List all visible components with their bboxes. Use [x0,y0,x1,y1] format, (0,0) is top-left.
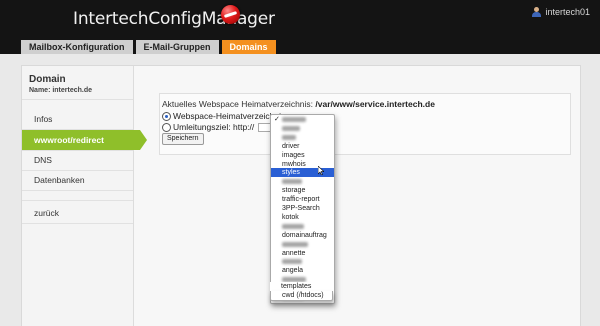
option-webspace: Webspace-Heimatverzeichnis [162,111,285,121]
dropdown-item-selected[interactable]: ✓ [271,115,334,124]
sidebar-subtitle: Name: intertech.de [29,87,93,94]
current-webspace-label: Aktuelles Webspace Heimatverzeichnis: [162,99,314,109]
redacted-text [282,117,306,122]
divider [22,99,133,100]
mouse-cursor-icon [318,166,324,175]
dropdown-item-cwd[interactable]: cwd (/htdocs) [270,291,333,301]
app-title: IntertechConfigManager [73,9,275,29]
username: intertech01 [545,7,590,17]
user-icon [532,7,542,17]
dropdown-item[interactable] [271,222,334,231]
redacted-text [282,134,296,140]
sidebar-item-dns[interactable]: DNS [22,150,133,170]
webspace-settings-box: Aktuelles Webspace Heimatverzeichnis: /v… [159,93,571,155]
option-redirect-label: Umleitungsziel: http:// [173,122,255,132]
webspace-radio[interactable] [162,111,171,121]
sidebar-item-back[interactable]: zurück [22,203,133,223]
tab-mailbox[interactable]: Mailbox-Konfiguration [21,40,133,54]
current-webspace: Aktuelles Webspace Heimatverzeichnis: /v… [162,99,435,109]
redacted-text [282,179,302,185]
redacted-text [282,125,300,131]
dropdown-item-images[interactable]: images [271,151,334,160]
dropdown-item[interactable] [271,177,334,186]
dropdown-item-annette[interactable]: annette [271,249,334,258]
sidebar-item-datenbanken[interactable]: Datenbanken [22,170,133,190]
dropdown-item-storage[interactable]: storage [271,186,334,195]
sidebar-item-infos[interactable]: Infos [22,109,133,129]
checkmark-icon: ✓ [274,116,280,123]
tab-email-groups[interactable]: E-Mail-Gruppen [135,40,219,54]
directory-dropdown[interactable]: ✓ driver images mwhois styles storage tr… [270,114,335,304]
dropdown-item-mwhois[interactable]: mwhois [271,160,334,169]
current-webspace-value: /var/www/service.intertech.de [315,99,435,109]
dropdown-item-kotok[interactable]: kotok [271,213,334,222]
dropdown-item[interactable] [271,133,334,142]
option-webspace-label: Webspace-Heimatverzeichnis [173,111,286,121]
divider [22,200,133,201]
dropdown-item[interactable] [271,240,334,249]
dropdown-item-3pp-search[interactable]: 3PP-Search [271,204,334,213]
main-tabs: Mailbox-Konfiguration E-Mail-Gruppen Dom… [21,40,276,54]
dropdown-item-traffic-report[interactable]: traffic-report [271,195,334,204]
redacted-text [282,241,308,247]
tab-domains[interactable]: Domains [221,40,276,54]
dropdown-item-angela[interactable]: angela [271,266,334,275]
user-menu[interactable]: intertech01 [532,7,590,17]
redacted-text [282,259,302,265]
redacted-text [282,223,304,229]
dropdown-item[interactable] [271,124,334,133]
dropdown-item-templates[interactable]: templates [270,282,333,291]
divider [22,223,133,224]
sidebar-title: Domain [29,74,66,85]
save-button[interactable]: Speichern [162,133,204,145]
dropdown-item-styles[interactable]: styles [271,168,334,178]
dropdown-item[interactable] [271,257,334,266]
dropdown-item-driver[interactable]: driver [271,142,334,151]
dropdown-item-domainauftrag[interactable]: domainauftrag [271,231,334,240]
divider [22,190,133,191]
logo-icon [221,5,240,24]
redirect-radio[interactable] [162,122,171,132]
sidebar-item-wwwroot-redirect[interactable]: wwwroot/redirect [22,130,147,150]
sidebar: Domain Name: intertech.de Infos wwwroot/… [22,66,147,326]
top-bar: IntertechConfigManager intertech01 Mailb… [0,0,600,54]
